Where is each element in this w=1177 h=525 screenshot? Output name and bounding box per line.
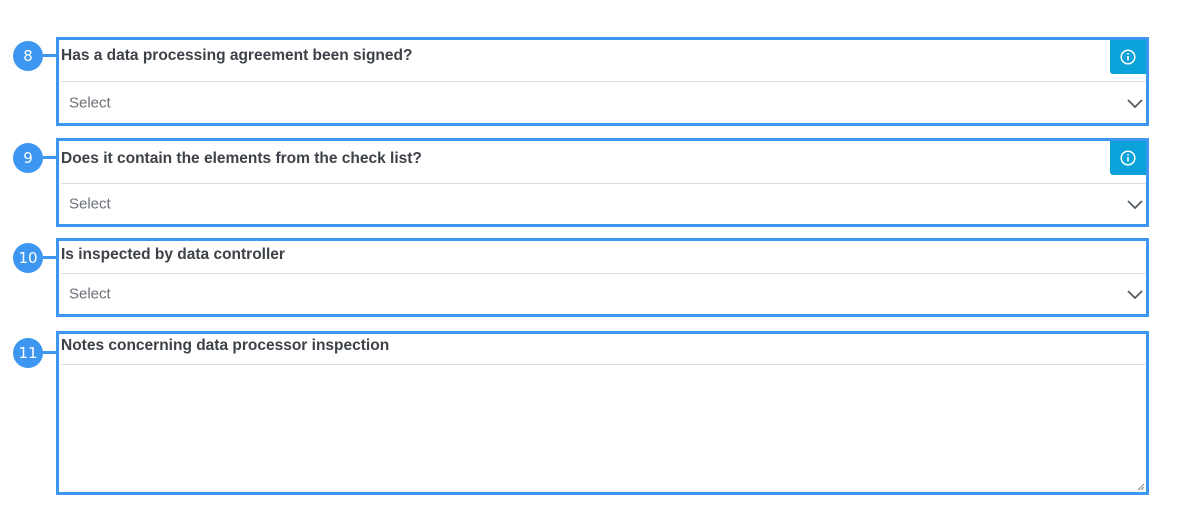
badge-connector xyxy=(43,351,57,354)
chevron-down-icon xyxy=(1127,290,1143,300)
chevron-down-icon xyxy=(1127,98,1143,108)
select-placeholder: Select xyxy=(69,94,111,111)
select-placeholder: Select xyxy=(69,285,111,303)
field-label: Has a data processing agreement been sig… xyxy=(61,47,413,64)
info-icon xyxy=(1120,49,1136,65)
step-badge-10: 10 xyxy=(13,243,43,273)
info-button[interactable] xyxy=(1110,40,1146,74)
resize-handle-icon[interactable] xyxy=(1137,483,1145,491)
step-badge-11: 11 xyxy=(13,338,43,368)
step-badge-9: 9 xyxy=(13,143,43,173)
badge-connector xyxy=(43,54,57,57)
field-agreement-signed: Has a data processing agreement been sig… xyxy=(56,37,1149,126)
select-placeholder: Select xyxy=(69,195,111,213)
inspected-by-controller-select[interactable]: Select xyxy=(61,274,1146,314)
step-badge-8: 8 xyxy=(13,41,43,71)
field-label: Is inspected by data controller xyxy=(61,246,285,263)
chevron-down-icon xyxy=(1127,200,1143,210)
field-checklist-elements: Does it contain the elements from the ch… xyxy=(56,138,1149,227)
badge-connector xyxy=(43,156,57,159)
field-label: Notes concerning data processor inspecti… xyxy=(61,337,390,354)
info-button[interactable] xyxy=(1110,141,1146,175)
info-icon xyxy=(1120,150,1136,166)
field-inspection-notes: Notes concerning data processor inspecti… xyxy=(56,331,1149,495)
checklist-elements-select[interactable]: Select xyxy=(61,184,1146,224)
inspection-notes-textarea[interactable] xyxy=(61,365,1146,492)
agreement-signed-select[interactable]: Select xyxy=(61,82,1146,123)
field-inspected-by-controller: Is inspected by data controller Select xyxy=(56,238,1149,317)
badge-connector xyxy=(43,256,57,259)
field-label: Does it contain the elements from the ch… xyxy=(61,150,422,167)
